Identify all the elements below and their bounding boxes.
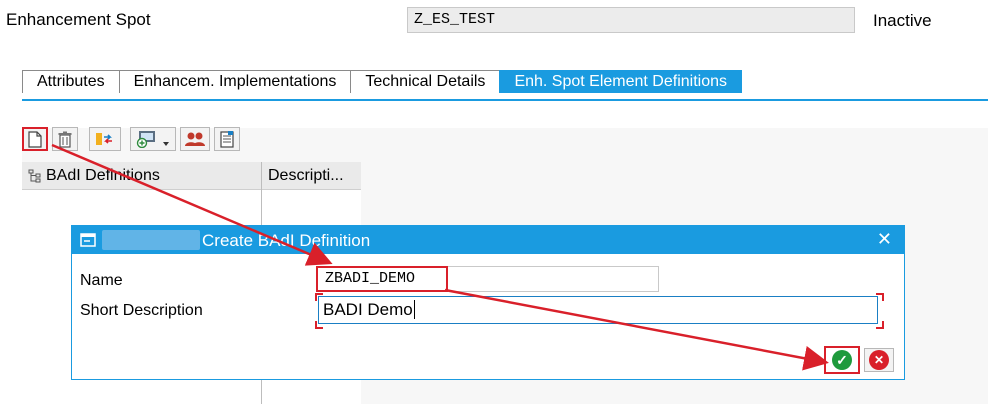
annotation-arrows [51,143,829,371]
arrow-name-to-ok [444,288,829,371]
arrow-create-to-name [51,143,333,266]
